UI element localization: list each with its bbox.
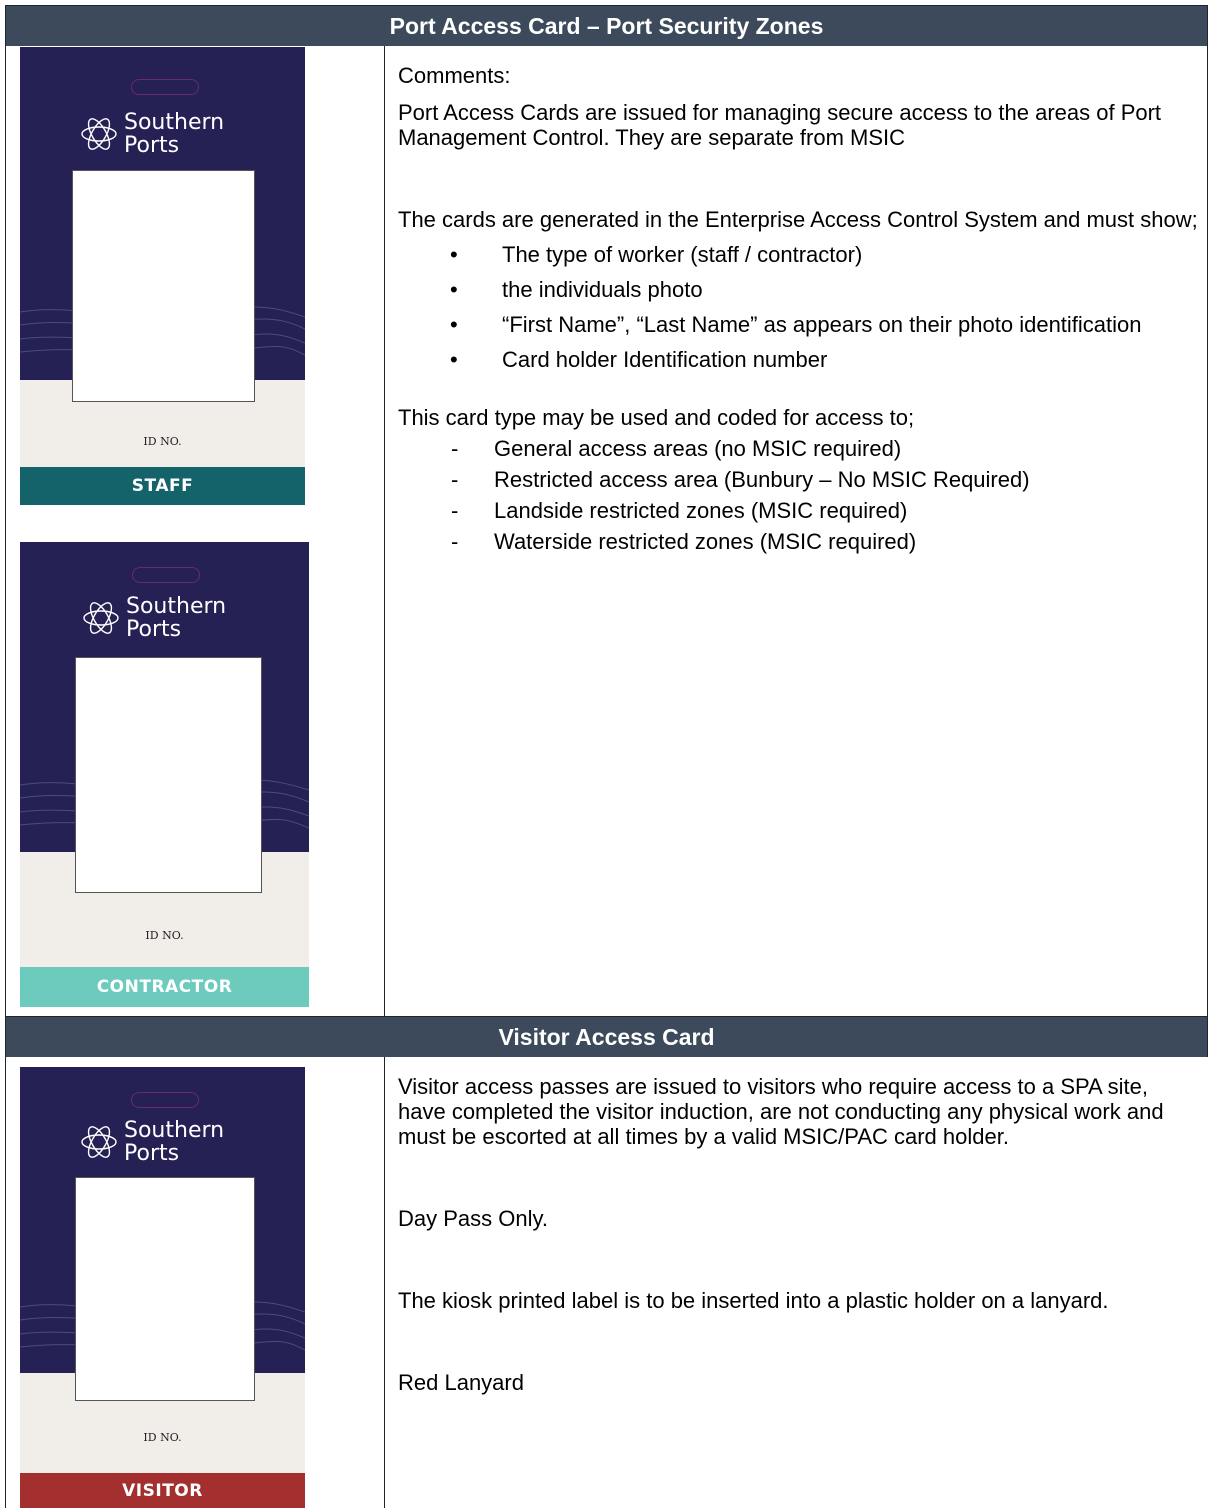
logo-line-1: Southern (126, 594, 227, 619)
southern-ports-logo: Southern Ports (82, 595, 226, 641)
logo-line-2: Ports (126, 617, 182, 642)
logo-text: Southern Ports (124, 111, 224, 157)
list-item: - Waterside restricted zones (MSIC requir… (398, 526, 1198, 557)
list-item-text: the individuals photo (502, 277, 703, 302)
visitor-comments: Visitor access passes are issued to visi… (398, 1074, 1198, 1395)
bullet-marker: • (450, 242, 458, 267)
table-border-left (5, 1057, 6, 1508)
staff-card-image: Southern Ports ID NO. STAFF (20, 47, 305, 505)
list-item-text: Card holder Identification number (502, 347, 828, 372)
bullet-marker: • (450, 277, 458, 302)
list-item-text: The type of worker (staff / contractor) (502, 242, 863, 267)
bullet-marker: • (450, 347, 458, 372)
table-column-divider (384, 46, 385, 1016)
paragraph: The kiosk printed label is to be inserte… (398, 1288, 1109, 1313)
section-title: Port Access Card – Port Security Zones (389, 12, 824, 39)
logo-text: Southern Ports (124, 1119, 224, 1165)
section-header-visitor: Visitor Access Card (5, 1016, 1208, 1057)
logo-line-1: Southern (124, 1118, 225, 1143)
id-number-label: ID NO. (145, 929, 184, 942)
logo-line-2: Ports (124, 1141, 180, 1166)
logo-line-1: Southern (124, 110, 225, 135)
staff-type-bar: STAFF (20, 467, 305, 505)
visitor-type-bar: VISITOR (20, 1473, 305, 1508)
paragraph: The cards are generated in the Enterpris… (398, 207, 1198, 232)
paragraph: Visitor access passes are issued to visi… (398, 1074, 1164, 1149)
bullet-marker: • (450, 312, 458, 337)
atom-icon (81, 118, 117, 150)
lanyard-slot (131, 1092, 199, 1108)
table-border-left (5, 46, 6, 1016)
list-item: - Landside restricted zones (MSIC require… (398, 495, 1198, 526)
photo-placeholder (75, 657, 262, 893)
list-item: - General access areas (no MSIC required) (398, 433, 1198, 464)
security-card-table: Port Access Card – Port Security Zones S… (5, 5, 1208, 1508)
lanyard-slot (132, 567, 200, 583)
paragraph: Red Lanyard (398, 1370, 524, 1395)
contractor-type-bar: CONTRACTOR (20, 967, 309, 1007)
paragraph: This card type may be used and coded for… (398, 405, 915, 430)
access-areas-list: - General access areas (no MSIC required)… (398, 433, 1198, 557)
paragraph: Port Access Cards are issued for managin… (398, 100, 1162, 150)
id-number-label: ID NO. (143, 435, 182, 448)
section-title: Visitor Access Card (498, 1023, 715, 1050)
list-item: • the individuals photo (398, 277, 1198, 302)
list-item: • The type of worker (staff / contractor) (398, 242, 1198, 267)
port-access-comments: Comments: Port Access Cards are issued f… (398, 63, 1198, 557)
list-item-text: Landside restricted zones (MSIC required… (494, 498, 908, 523)
photo-placeholder (72, 170, 255, 402)
atom-icon (83, 602, 119, 634)
photo-placeholder (75, 1177, 255, 1401)
lanyard-slot (131, 79, 199, 95)
atom-icon (81, 1126, 117, 1158)
southern-ports-logo: Southern Ports (80, 111, 224, 157)
list-item: - Restricted access area (Bunbury – No MS… (398, 464, 1198, 495)
comments-label: Comments: (398, 63, 511, 88)
table-border-right (1207, 46, 1208, 1016)
required-fields-list: • The type of worker (staff / contractor)… (398, 242, 1198, 372)
contractor-card-image: Southern Ports ID NO. CONTRACTOR (20, 542, 309, 1007)
visitor-card-image: Southern Ports ID NO. VISITOR (20, 1067, 305, 1508)
logo-text: Southern Ports (126, 595, 226, 641)
id-number-label: ID NO. (143, 1431, 182, 1444)
paragraph: Day Pass Only. (398, 1206, 548, 1231)
list-item-text: General access areas (no MSIC required) (494, 436, 902, 461)
logo-line-2: Ports (124, 133, 180, 158)
list-item-text: “First Name”, “Last Name” as appears on … (502, 312, 1142, 337)
list-item-text: Waterside restricted zones (MSIC require… (494, 529, 917, 554)
dash-marker: - (451, 436, 459, 461)
dash-marker: - (451, 529, 459, 554)
section-header-port-access: Port Access Card – Port Security Zones (5, 5, 1208, 46)
list-item-text: Restricted access area (Bunbury – No MSI… (494, 467, 1030, 492)
list-item: • “First Name”, “Last Name” as appears on… (398, 312, 1198, 337)
southern-ports-logo: Southern Ports (80, 1119, 224, 1165)
list-item: • Card holder Identification number (398, 347, 1198, 372)
dash-marker: - (451, 498, 459, 523)
dash-marker: - (451, 467, 459, 492)
table-column-divider (384, 1057, 385, 1508)
